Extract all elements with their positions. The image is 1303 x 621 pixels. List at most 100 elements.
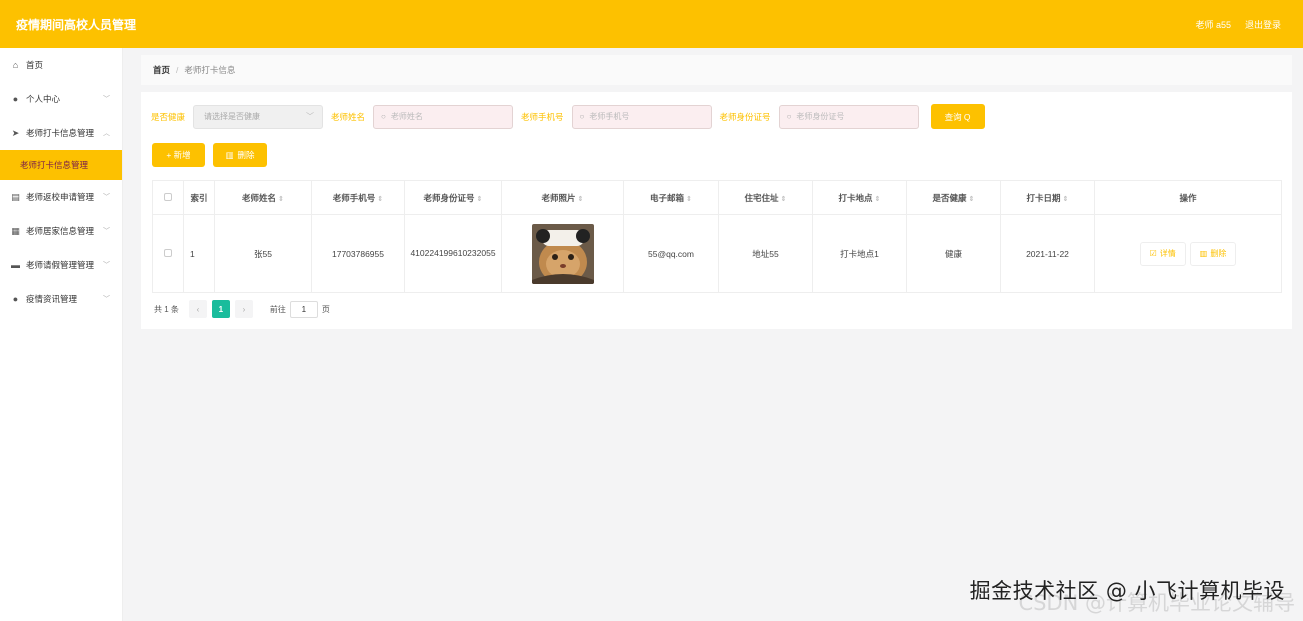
column-header-label: 是否健康	[932, 192, 967, 203]
chevron-icon: ﹀	[103, 262, 110, 269]
cell-idcard: 410224199610232055	[404, 214, 502, 293]
column-header[interactable]: 电子邮箱 ⇕	[623, 180, 719, 215]
add-button[interactable]: + 新增	[152, 143, 205, 167]
row-delete-button[interactable]: ▥ 删除	[1189, 241, 1237, 266]
breadcrumb-separator: /	[176, 65, 179, 75]
column-header[interactable]: 住宅住址 ⇕	[718, 180, 813, 215]
goto-label: 前往	[269, 304, 286, 314]
phone-label: 老师手机号	[521, 111, 564, 122]
phone-input[interactable]: ○ 老师手机号	[571, 104, 712, 129]
action-buttons: + 新增 ▥ 删除	[152, 143, 267, 167]
name-input[interactable]: ○ 老师姓名	[373, 104, 514, 129]
sidebar-item-label: 老师居家信息管理	[26, 226, 95, 236]
breadcrumb: 首页 / 老师打卡信息	[141, 55, 1292, 85]
top-bar: 疫情期间高校人员管理 老师 a55 退出登录	[0, 0, 1303, 48]
sort-icon[interactable]: ⇕	[278, 196, 284, 203]
sidebar-subitem-active[interactable]: 老师打卡信息管理	[0, 150, 122, 180]
column-header[interactable]: 老师身份证号 ⇕	[404, 180, 502, 215]
home-icon: ⌂	[12, 60, 19, 70]
cell-index: 1	[183, 214, 215, 293]
column-header[interactable]: 是否健康 ⇕	[906, 180, 1001, 215]
pagination-total: 共 1 条	[154, 304, 179, 314]
column-header[interactable]: 老师照片 ⇕	[501, 180, 624, 215]
search-icon: ○	[381, 112, 386, 121]
sidebar-item-label: 首页	[26, 60, 44, 70]
sidebar-item-7[interactable]: ● 疫情资讯管理 ﹀	[0, 282, 122, 316]
user-icon: ●	[12, 94, 19, 104]
logout-link[interactable]: 退出登录	[1245, 18, 1281, 31]
column-header[interactable]: 老师手机号 ⇕	[311, 180, 405, 215]
sidebar-item-label: 老师返校申请管理	[26, 192, 95, 202]
sort-icon[interactable]: ⇕	[686, 196, 692, 203]
current-user[interactable]: 老师 a55	[1195, 18, 1231, 31]
sort-icon[interactable]: ⇕	[477, 196, 483, 203]
idcard-input-placeholder: 老师身份证号	[796, 112, 845, 121]
sort-icon[interactable]: ⇕	[1063, 196, 1069, 203]
trash-icon: ▥	[1199, 249, 1208, 258]
sort-icon[interactable]: ⇕	[969, 196, 975, 203]
cell-checkin-place: 打卡地点1	[812, 214, 907, 293]
column-header-label: 老师手机号	[332, 192, 376, 203]
page-unit: 页	[321, 304, 330, 314]
cell-phone: 17703786955	[311, 214, 405, 293]
sidebar-item-label: 个人中心	[26, 94, 61, 104]
detail-label: 详情	[1159, 249, 1176, 258]
search-icon: ○	[786, 112, 792, 121]
search-form: 是否健康 请选择是否健康 ﹀ 老师姓名 ○ 老师姓名 老师手机号 ○ 老师手机号…	[151, 104, 985, 129]
batch-delete-button[interactable]: ▥ 删除	[213, 143, 267, 167]
cell-photo[interactable]	[501, 214, 624, 293]
column-header-label: 操作	[1179, 192, 1197, 203]
column-header-label: 老师身份证号	[423, 192, 475, 203]
breadcrumb-home[interactable]: 首页	[153, 64, 170, 76]
chevron-down-icon: ﹀	[306, 112, 315, 121]
row-delete-label: 删除	[1210, 249, 1227, 258]
sidebar-item-2[interactable]: ➤ 老师打卡信息管理 ︿	[0, 116, 122, 150]
cell-address: 地址55	[718, 214, 813, 293]
column-header: 操作	[1094, 180, 1282, 215]
sidebar-item-label: 老师请假管理管理	[26, 260, 95, 270]
pagination: 共 1 条 ‹ 1 › 前往 1 页	[154, 300, 330, 318]
column-header[interactable]: 打卡日期 ⇕	[1000, 180, 1095, 215]
query-button[interactable]: 查询 Q	[930, 104, 985, 129]
sidebar-item-4[interactable]: ▤ 老师返校申请管理 ﹀	[0, 180, 122, 214]
column-header[interactable]: 老师姓名 ⇕	[214, 180, 312, 215]
chevron-icon: ﹀	[103, 194, 110, 201]
select-all-checkbox[interactable]	[152, 180, 184, 215]
sidebar-item-5[interactable]: ▦ 老师居家信息管理 ﹀	[0, 214, 122, 248]
teacher-photo[interactable]	[531, 223, 594, 284]
column-header-label: 索引	[190, 192, 208, 203]
main-panel: 是否健康 请选择是否健康 ﹀ 老师姓名 ○ 老师姓名 老师手机号 ○ 老师手机号…	[141, 92, 1292, 329]
name-label: 老师姓名	[331, 111, 366, 122]
trash-icon: ▥	[225, 149, 234, 160]
sort-icon[interactable]: ⇕	[377, 196, 383, 203]
current-page-button[interactable]: 1	[211, 300, 230, 318]
chevron-icon: ﹀	[103, 96, 110, 103]
row-checkbox[interactable]	[152, 214, 184, 293]
detail-button[interactable]: ☑ 详情	[1139, 241, 1186, 266]
breadcrumb-current: 老师打卡信息	[184, 65, 236, 75]
sidebar-item-label: 老师打卡信息管理	[26, 128, 95, 138]
column-header-label: 老师姓名	[242, 192, 277, 203]
goto-page-input[interactable]: 1	[289, 300, 318, 318]
sidebar-item-6[interactable]: ▬ 老师请假管理管理 ﹀	[0, 248, 122, 282]
column-header-label: 电子邮箱	[650, 192, 685, 203]
search-icon: ○	[579, 112, 585, 121]
name-input-placeholder: 老师姓名	[390, 112, 423, 121]
table-row: 1 张55 17703786955 410224199610232055 55@qq.c…	[152, 214, 1282, 293]
idcard-label: 老师身份证号	[719, 111, 771, 122]
column-header[interactable]: 打卡地点 ⇕	[812, 180, 907, 215]
sort-icon[interactable]: ⇕	[875, 196, 881, 203]
sort-icon[interactable]: ⇕	[781, 196, 787, 203]
sort-icon[interactable]: ⇕	[578, 196, 584, 203]
health-select[interactable]: 请选择是否健康 ﹀	[193, 104, 324, 129]
pin-icon: ●	[12, 294, 19, 304]
sidebar-item-0[interactable]: ⌂ 首页	[0, 48, 122, 82]
doc-icon: ▤	[11, 191, 20, 202]
prev-page-button[interactable]: ‹	[188, 300, 207, 318]
grid-icon: ▦	[11, 225, 20, 236]
column-header: 索引	[183, 180, 215, 215]
idcard-input[interactable]: ○ 老师身份证号	[778, 104, 919, 129]
watermark-juejin: 掘金技术社区 @ 小飞计算机毕设	[969, 579, 1285, 603]
sidebar-item-1[interactable]: ● 个人中心 ﹀	[0, 82, 122, 116]
next-page-button[interactable]: ›	[234, 300, 253, 318]
